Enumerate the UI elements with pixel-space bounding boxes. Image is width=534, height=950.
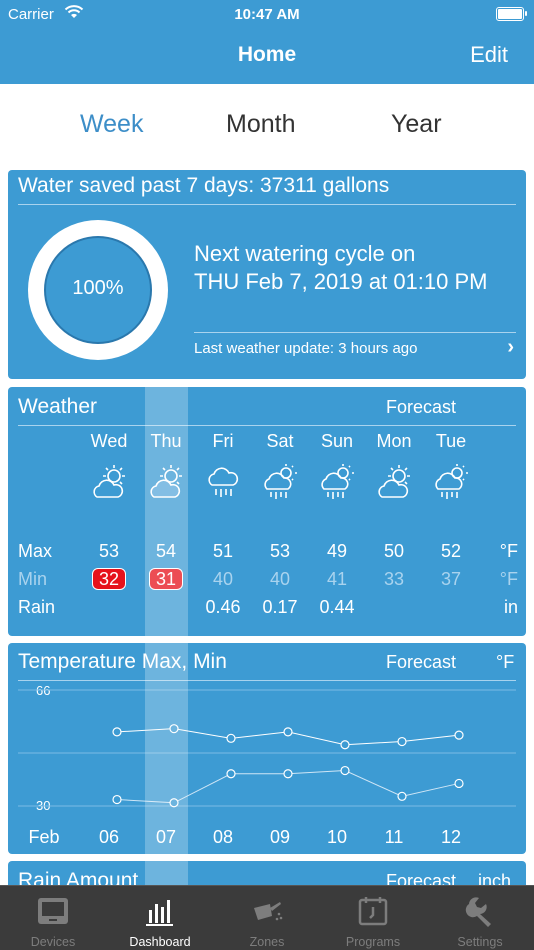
min-temp: 40 xyxy=(212,569,234,589)
next-watering-date: THU Feb 7, 2019 at 01:10 PM xyxy=(194,269,488,294)
tab-label: Zones xyxy=(249,935,285,949)
max-temp: 51 xyxy=(212,541,234,561)
max-temp: 53 xyxy=(269,541,291,561)
period-tab-year[interactable]: Year xyxy=(391,110,442,139)
day-label: Fri xyxy=(212,431,234,451)
weather-title: Weather xyxy=(18,395,97,418)
max-unit: °F xyxy=(499,541,518,561)
max-temp-series-point xyxy=(283,727,293,737)
max-temp: 53 xyxy=(98,541,120,561)
min-temp-series-point xyxy=(397,791,407,801)
tab-label: Dashboard xyxy=(129,935,191,949)
max-temp-series-point xyxy=(112,727,122,737)
chevron-right-icon[interactable]: › xyxy=(507,336,514,359)
divider xyxy=(18,204,516,205)
rain-row-label: Rain xyxy=(18,597,56,617)
x-tick-label: 06 xyxy=(98,827,120,847)
tab-label: Devices xyxy=(30,935,76,949)
page-title: Home xyxy=(237,43,297,66)
status-bar: Carrier 10:47 AM xyxy=(0,0,534,30)
edit-button[interactable]: Edit xyxy=(470,42,508,68)
min-row-label: Min xyxy=(18,569,48,589)
rain-unit: in xyxy=(503,597,518,617)
tab-devices[interactable]: Devices xyxy=(0,886,106,950)
temperature-line-chart xyxy=(18,689,516,808)
min-unit: °F xyxy=(499,569,518,589)
tab-settings[interactable]: Settings xyxy=(427,886,533,950)
max-temp-series-point xyxy=(226,733,236,743)
rain-amount: 0.17 xyxy=(262,597,298,617)
rain-cloud-icon xyxy=(208,467,239,497)
max-temp: 49 xyxy=(326,541,348,561)
sun-showers-icon xyxy=(321,464,354,499)
navigation-bar: Home Edit xyxy=(0,30,534,84)
x-axis-month: Feb xyxy=(28,827,60,847)
day-label: Sat xyxy=(266,431,294,451)
max-temp: 52 xyxy=(440,541,462,561)
day-label: Sun xyxy=(320,431,354,451)
day-label: Tue xyxy=(435,431,467,451)
last-weather-update-link[interactable]: Last weather update: 3 hours ago xyxy=(194,340,418,357)
tab-bar: Devices Dashboard Zones Programs Setting… xyxy=(0,885,534,950)
battery-icon xyxy=(496,7,527,21)
max-row-label: Max xyxy=(18,541,53,561)
rain-amount: 0.44 xyxy=(319,597,355,617)
min-temp-series-point xyxy=(112,794,122,805)
min-temp-series-point xyxy=(226,769,236,779)
day-label: Mon xyxy=(376,431,412,451)
max-temp-series-point xyxy=(397,736,407,747)
partly-cloudy-icon xyxy=(93,465,125,498)
watering-can-icon xyxy=(254,902,283,921)
min-temp-series-point xyxy=(340,765,350,776)
tab-dashboard[interactable]: Dashboard xyxy=(107,886,213,950)
tab-zones[interactable]: Zones xyxy=(214,886,320,950)
min-temp-series-point xyxy=(283,769,293,779)
weather-forecast-label: Forecast xyxy=(386,397,457,417)
min-temp: 37 xyxy=(440,569,462,589)
min-temp-series-point xyxy=(454,778,464,789)
period-tab-week[interactable]: Week xyxy=(80,110,143,139)
dashboard-icon xyxy=(146,900,173,926)
day-label: Wed xyxy=(90,431,128,451)
min-temp-alert: 32 xyxy=(81,568,137,590)
rain-amount: 0.46 xyxy=(205,597,241,617)
frost-alert-badge: 32 xyxy=(91,568,127,590)
max-temp-series-point xyxy=(340,740,350,750)
partly-cloudy-icon xyxy=(378,465,410,498)
tab-programs[interactable]: Programs xyxy=(320,886,426,950)
temperature-card: Temperature Max, Min Forecast °F 66 30 F… xyxy=(8,643,526,854)
devices-icon xyxy=(38,898,68,924)
selected-day-highlight[interactable] xyxy=(145,386,188,886)
tab-label: Settings xyxy=(457,935,503,949)
tab-label: Programs xyxy=(345,935,401,949)
max-temp: 50 xyxy=(383,541,405,561)
sun-showers-icon xyxy=(435,464,468,499)
max-temp-series-point xyxy=(454,730,464,740)
min-temp: 41 xyxy=(326,569,348,589)
next-watering-label: Next watering cycle on xyxy=(194,241,416,266)
x-tick-label: 11 xyxy=(384,827,404,847)
water-saved-header: Water saved past 7 days: 37311 gallons xyxy=(18,174,390,197)
min-temp: 33 xyxy=(383,569,405,589)
x-tick-label: 10 xyxy=(326,827,348,847)
calendar-icon xyxy=(358,897,388,926)
x-tick-label: 09 xyxy=(269,827,291,847)
progress-percent: 100% xyxy=(72,277,124,299)
weather-card: Weather Forecast Wed Thu Fri Sat Sun Mon… xyxy=(8,387,526,636)
x-tick-label: 08 xyxy=(212,827,234,847)
wrench-icon xyxy=(465,897,491,927)
min-temp: 40 xyxy=(269,569,291,589)
period-tab-month[interactable]: Month xyxy=(226,110,295,139)
water-saved-card: Water saved past 7 days: 37311 gallons 1… xyxy=(8,170,526,379)
divider xyxy=(18,425,516,426)
status-time: 10:47 AM xyxy=(234,6,300,23)
sun-showers-icon xyxy=(264,464,297,499)
divider xyxy=(194,332,516,333)
x-tick-label: 12 xyxy=(440,827,462,847)
